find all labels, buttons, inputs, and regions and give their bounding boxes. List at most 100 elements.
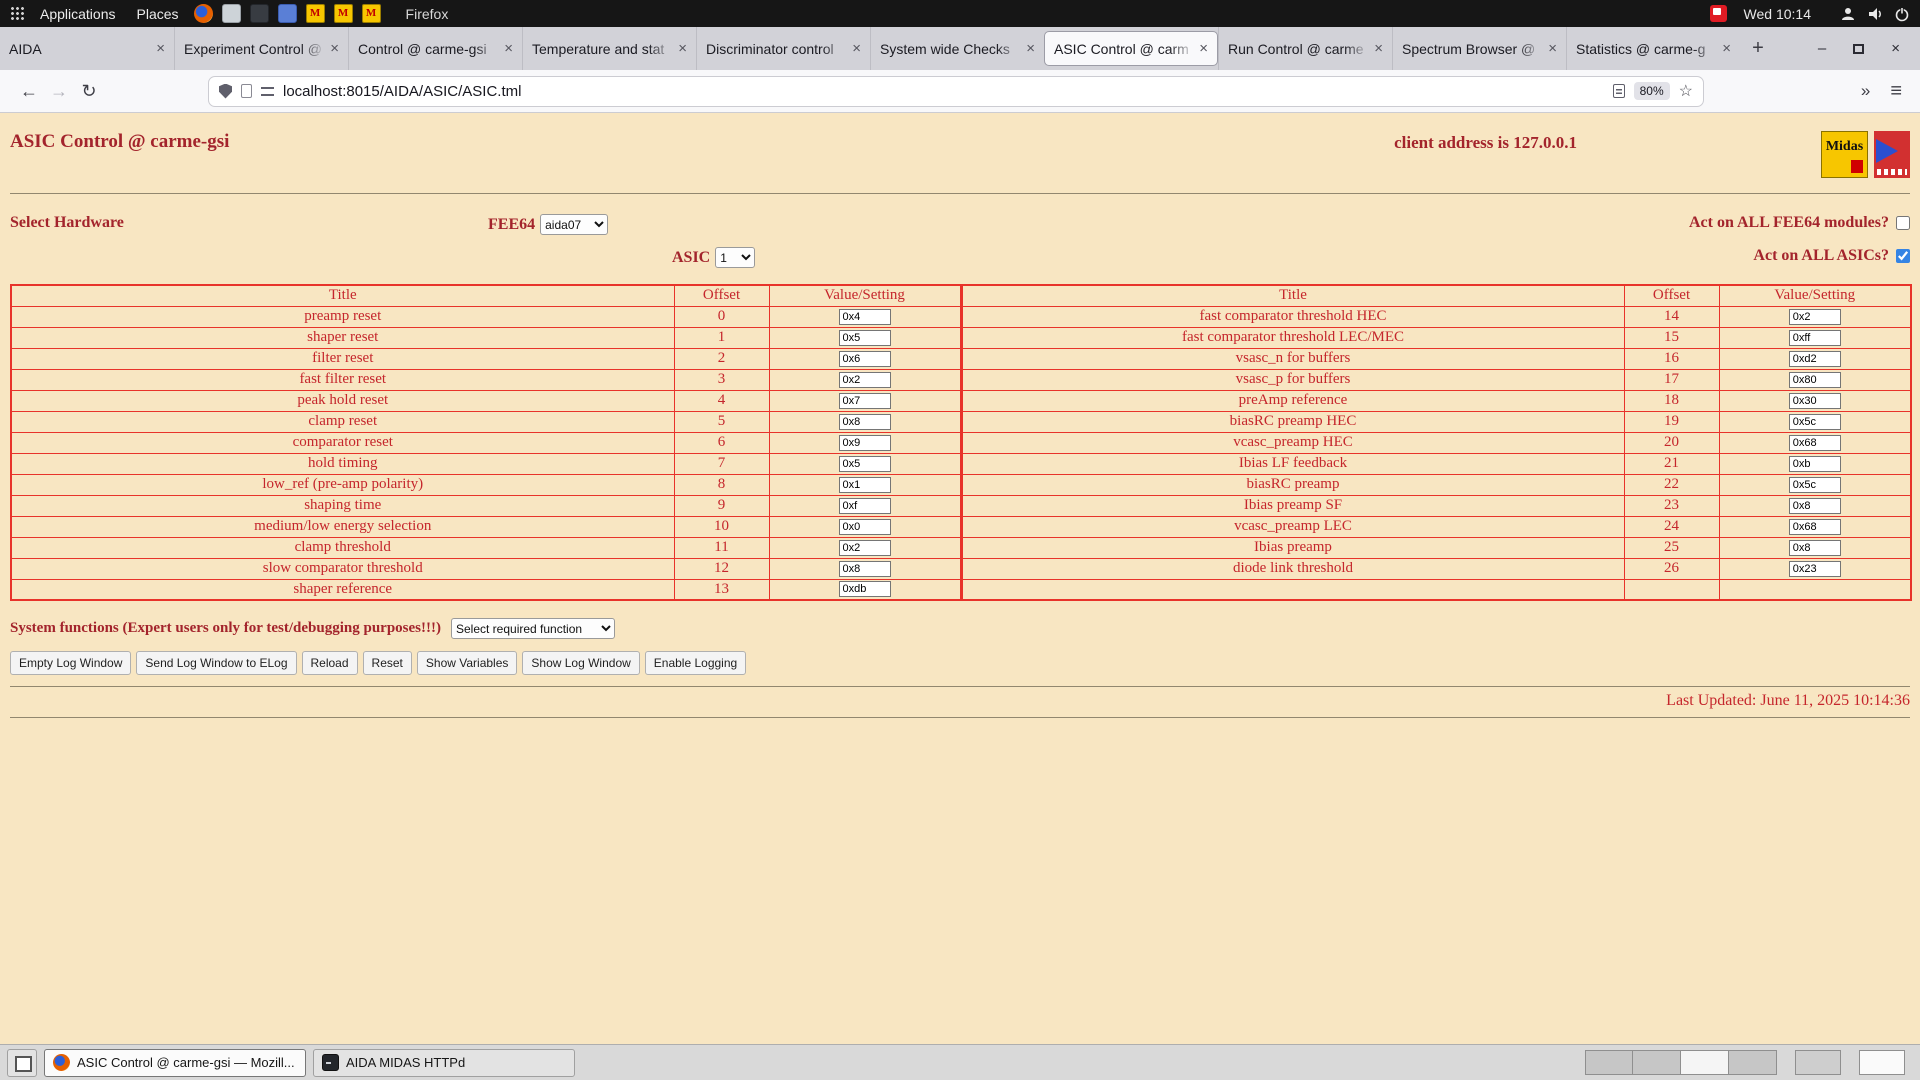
act-all-asics-checkbox[interactable] — [1896, 249, 1910, 263]
editor-app-icon[interactable] — [222, 4, 241, 23]
register-value-input[interactable] — [839, 498, 891, 514]
register-value-input[interactable] — [1789, 435, 1841, 451]
tab-close-icon[interactable]: × — [1722, 41, 1731, 56]
show-log-window-button[interactable]: Show Log Window — [522, 651, 639, 675]
browser-tab[interactable]: Spectrum Browser @× — [1392, 27, 1566, 70]
tab-close-icon[interactable]: × — [156, 41, 165, 56]
browser-tab-active[interactable]: ASIC Control @ carm× — [1044, 31, 1218, 66]
midas-logo[interactable]: Midas — [1821, 131, 1868, 178]
workspace-cell[interactable] — [1585, 1050, 1633, 1075]
register-value-input[interactable] — [839, 330, 891, 346]
clock[interactable]: Wed 10:14 — [1744, 6, 1811, 22]
register-value-input[interactable] — [1789, 561, 1841, 577]
accessibility-icon[interactable] — [1840, 6, 1856, 22]
act-all-fee64-checkbox[interactable] — [1896, 216, 1910, 230]
site-info-icon[interactable] — [241, 84, 252, 98]
register-value-input[interactable] — [839, 372, 891, 388]
register-value-input[interactable] — [1789, 519, 1841, 535]
register-value-input[interactable] — [839, 477, 891, 493]
window-minimize-button[interactable]: – — [1818, 40, 1826, 57]
url-text[interactable]: localhost:8015/AIDA/ASIC/ASIC.tml — [283, 83, 1604, 100]
reload-page-button[interactable]: Reload — [302, 651, 358, 675]
tray-box-active[interactable] — [1859, 1050, 1905, 1075]
new-tab-button[interactable]: + — [1740, 27, 1776, 70]
register-value-input[interactable] — [1789, 393, 1841, 409]
browser-tab[interactable]: Control @ carme-gsi× — [348, 27, 522, 70]
back-button[interactable]: ← — [14, 81, 44, 102]
firefox-launcher-icon[interactable] — [194, 4, 213, 23]
terminal-app-icon[interactable] — [250, 4, 269, 23]
register-value-input[interactable] — [839, 309, 891, 325]
taskbar-window-terminal[interactable]: AIDA MIDAS HTTPd — [313, 1049, 575, 1077]
url-bar[interactable]: localhost:8015/AIDA/ASIC/ASIC.tml 80% ☆ — [208, 76, 1704, 107]
register-value-input[interactable] — [1789, 309, 1841, 325]
register-value-input[interactable] — [1789, 330, 1841, 346]
system-functions-select[interactable]: Select required function — [451, 618, 615, 639]
toolbar-overflow-icon[interactable]: » — [1861, 81, 1870, 101]
midas-app-icon[interactable]: M — [362, 4, 381, 23]
reader-mode-icon[interactable] — [1613, 84, 1625, 98]
browser-tab[interactable]: Discriminator control× — [696, 27, 870, 70]
midas-app-icon[interactable]: M — [306, 4, 325, 23]
show-variables-button[interactable]: Show Variables — [417, 651, 518, 675]
register-value-input[interactable] — [839, 414, 891, 430]
tracking-protection-shield-icon[interactable] — [219, 84, 232, 99]
tab-close-icon[interactable]: × — [852, 41, 861, 56]
window-restore-button[interactable] — [1853, 44, 1864, 54]
bookmark-star-icon[interactable]: ☆ — [1679, 81, 1693, 101]
enable-logging-button[interactable]: Enable Logging — [645, 651, 746, 675]
register-value-input[interactable] — [1789, 477, 1841, 493]
register-value-input[interactable] — [839, 393, 891, 409]
register-value-input[interactable] — [839, 351, 891, 367]
tab-close-icon[interactable]: × — [330, 41, 339, 56]
register-value-input[interactable] — [1789, 372, 1841, 388]
distro-menu-icon[interactable] — [10, 6, 25, 21]
midas-app-icon[interactable]: M — [334, 4, 353, 23]
register-value-input[interactable] — [839, 581, 891, 597]
workspace-cell[interactable] — [1729, 1050, 1777, 1075]
register-value-input[interactable] — [1789, 351, 1841, 367]
browser-tab[interactable]: System wide Checks× — [870, 27, 1044, 70]
register-value-input[interactable] — [1789, 540, 1841, 556]
fee64-select[interactable]: aida07 — [540, 214, 608, 235]
forward-button[interactable]: → — [44, 81, 74, 102]
browser-tab[interactable]: Statistics @ carme-g× — [1566, 27, 1740, 70]
show-desktop-button[interactable] — [7, 1049, 37, 1077]
browser-tab[interactable]: Temperature and stat× — [522, 27, 696, 70]
register-value-input[interactable] — [1789, 456, 1841, 472]
register-value-input[interactable] — [1789, 498, 1841, 514]
volume-icon[interactable] — [1867, 6, 1883, 22]
register-value-input[interactable] — [839, 456, 891, 472]
permissions-icon[interactable] — [261, 87, 274, 96]
tab-close-icon[interactable]: × — [504, 41, 513, 56]
register-value-input[interactable] — [839, 540, 891, 556]
notification-icon[interactable] — [1710, 5, 1727, 22]
app-icon[interactable] — [278, 4, 297, 23]
zoom-level-indicator[interactable]: 80% — [1634, 82, 1670, 100]
applications-menu[interactable]: Applications — [34, 6, 122, 22]
register-value-input[interactable] — [839, 435, 891, 451]
browser-tab[interactable]: AIDA× — [0, 27, 174, 70]
workspace-cell[interactable] — [1633, 1050, 1681, 1075]
workspace-cell-active[interactable] — [1681, 1050, 1729, 1075]
tab-close-icon[interactable]: × — [1026, 41, 1035, 56]
register-value-input[interactable] — [839, 519, 891, 535]
browser-tab[interactable]: Experiment Control @ c× — [174, 27, 348, 70]
tab-close-icon[interactable]: × — [1374, 41, 1383, 56]
reset-button[interactable]: Reset — [363, 651, 412, 675]
empty-log-window-button[interactable]: Empty Log Window — [10, 651, 131, 675]
facility-logo[interactable] — [1874, 131, 1910, 178]
menu-hamburger-icon[interactable]: ≡ — [1890, 80, 1902, 103]
taskbar-window-firefox[interactable]: ASIC Control @ carme-gsi — Mozill... — [44, 1049, 306, 1077]
send-log-to-elog-button[interactable]: Send Log Window to ELog — [136, 651, 296, 675]
window-close-button[interactable]: × — [1891, 40, 1900, 57]
register-value-input[interactable] — [1789, 414, 1841, 430]
tab-close-icon[interactable]: × — [1548, 41, 1557, 56]
places-menu[interactable]: Places — [131, 6, 185, 22]
power-icon[interactable] — [1894, 6, 1910, 22]
browser-tab[interactable]: Run Control @ carme× — [1218, 27, 1392, 70]
register-value-input[interactable] — [839, 561, 891, 577]
asic-select[interactable]: 1 — [715, 247, 755, 268]
reload-button[interactable]: ↻ — [74, 81, 104, 102]
tab-close-icon[interactable]: × — [678, 41, 687, 56]
